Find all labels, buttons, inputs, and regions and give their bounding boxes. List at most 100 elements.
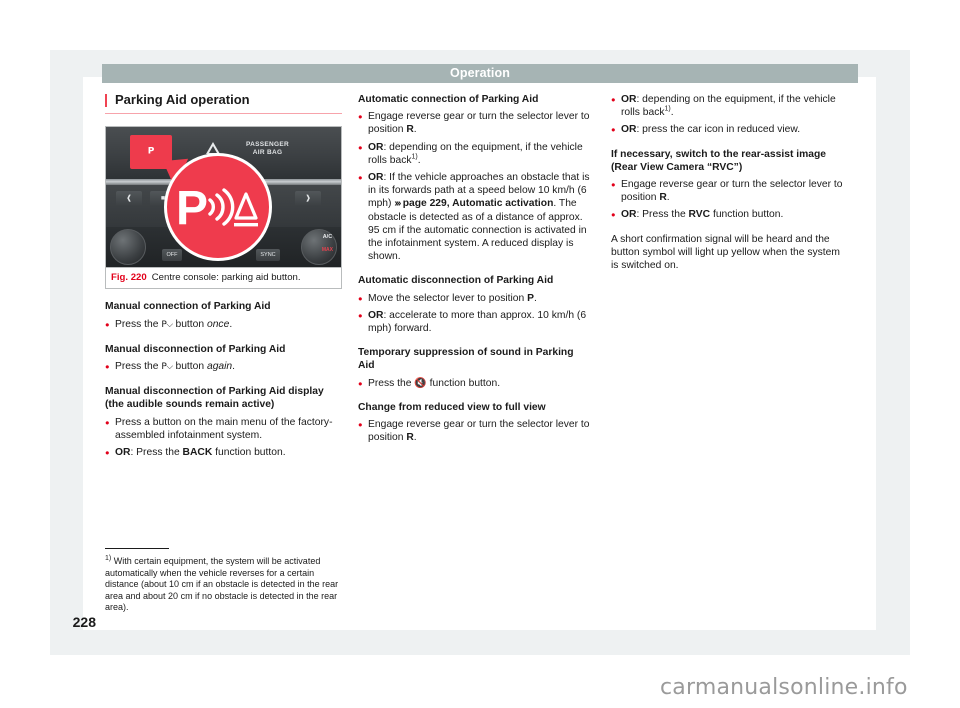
subheading-manual-disconnection: Manual disconnection of Parking Aid	[105, 343, 286, 355]
text-pre: Press the	[115, 361, 162, 373]
parking-aid-button-label: P	[147, 146, 155, 157]
text-post: .	[413, 124, 417, 136]
text-pre: Engage reverse gear or turn the selector…	[368, 419, 590, 444]
text-post: .	[670, 107, 674, 119]
off-button-label: OFF	[162, 249, 182, 262]
text-emphasis: again	[206, 361, 233, 373]
ac-max-label: A/C MAX	[322, 231, 333, 257]
column-one: Parking Aid operation P PASSENGER AIR BA…	[105, 93, 342, 463]
subheading-manual-connection: Manual connection of Parking Aid	[105, 301, 271, 313]
subheading-rear-assist-image: If necessary, switch to the rear-assist …	[611, 148, 848, 174]
column-three: OR : depending on the equipment, if the v…	[611, 93, 848, 276]
figure-220: P PASSENGER AIR BAG ❰ ■ ❱ OFF SYNC A/C M…	[105, 126, 342, 290]
parking-aid-symbol-icon: P	[176, 182, 258, 232]
cross-reference-text: page 229, Automatic activation	[399, 198, 554, 210]
text-pre: Press the	[115, 318, 162, 330]
passenger-airbag-label: PASSENGER AIR BAG	[246, 141, 289, 157]
text-post: .	[533, 292, 537, 304]
subheading-line2: (Rear View Camera “RVC”)	[611, 161, 743, 173]
text-mid: : Press the	[130, 447, 183, 459]
subheading-line1: Temporary suppression of sound in Parkin…	[358, 347, 574, 359]
page-title: Parking Aid operation	[105, 93, 342, 115]
text-or: OR	[368, 309, 384, 321]
running-head-title: Operation	[450, 66, 510, 80]
callout-bubble: P	[164, 153, 272, 262]
text-bold: BACK	[182, 447, 213, 459]
subheading-line1: Manual disconnection of Parking Aid disp…	[105, 386, 324, 398]
text-post: .	[229, 318, 233, 330]
text-pre: Engage reverse gear or turn the selector…	[368, 111, 590, 136]
seat-heating-left-icon: ❰	[116, 191, 142, 208]
bullet-press-mute-function-button: Press the 🔇 function button.	[358, 377, 595, 391]
text-or: OR	[621, 209, 637, 221]
bullet-or-press-rvc: OR: Press the RVC function button.	[611, 208, 848, 222]
footnote-block: 1) With certain equipment, the system wi…	[105, 548, 342, 613]
subheading-line2: Aid	[358, 360, 375, 372]
text-mid: button	[172, 361, 207, 373]
text-bold: RVC	[688, 209, 711, 221]
page-number: 228	[72, 614, 96, 630]
text-bold: P	[527, 292, 534, 304]
bullet-or-accelerate: OR: accelerate to more than approx. 10 k…	[358, 309, 595, 335]
text-body: : depending on the equipment, if the veh…	[621, 94, 836, 119]
footnote-rule	[105, 548, 169, 550]
site-watermark: carmanualsonline.info	[660, 675, 908, 700]
closing-paragraph: A short confirmation signal will be hear…	[611, 233, 840, 272]
text-post: .	[232, 361, 236, 373]
bullet-press-button-once: Press the P⌵ button once.	[105, 318, 342, 332]
text-post: function button.	[212, 447, 286, 459]
parking-aid-button-glyph-icon: P⌵	[161, 362, 173, 373]
bullet-engage-reverse-gear: Engage reverse gear or turn the selector…	[358, 110, 595, 136]
text-body: : press the car icon in reduced view.	[636, 124, 801, 136]
passenger-airbag-line1: PASSENGER	[246, 141, 290, 149]
text-body: : accelerate to more than approx. 10 km/…	[368, 309, 587, 335]
ac-max-small-label: MAX	[321, 247, 333, 253]
subheading-line2: (the audible sounds remain active)	[105, 399, 275, 411]
bullet-press-main-menu-button: Press a button on the main menu of the f…	[105, 416, 342, 442]
seat-heating-right-icon: ❱	[295, 191, 321, 208]
figure-caption: Fig. 220 Centre console: parking aid butt…	[106, 267, 341, 288]
svg-text:P: P	[176, 182, 208, 232]
text-post: function button.	[710, 209, 784, 221]
figure-caption-text: Centre console: parking aid button.	[151, 272, 301, 284]
footnote-body: With certain equipment, the system will …	[105, 556, 339, 612]
text-or: OR	[368, 172, 384, 184]
subheading-change-reduced-to-full: Change from reduced view to full view	[358, 401, 546, 413]
subheading-automatic-connection: Automatic connection of Parking Aid	[358, 94, 539, 105]
bullet-or-rolls-back: OR: depending on the equipment, if the v…	[358, 141, 595, 167]
text-bold: R	[659, 192, 667, 204]
figure-image-centre-console: P PASSENGER AIR BAG ❰ ■ ❱ OFF SYNC A/C M…	[106, 127, 341, 268]
bullet-or-press-car-icon: OR: press the car icon in reduced view.	[611, 123, 848, 137]
text-bold: R	[406, 124, 414, 136]
temperature-knob-left	[110, 229, 146, 266]
text-pre: Move the selector lever to position	[368, 292, 528, 304]
text-post: .	[666, 192, 670, 204]
parking-aid-button-glyph-icon: P⌵	[161, 319, 173, 330]
text-post: .	[413, 432, 417, 444]
subheading-automatic-disconnection: Automatic disconnection of Parking Aid	[358, 275, 554, 287]
subheading-manual-disconnection-display: Manual disconnection of Parking Aid disp…	[105, 385, 342, 411]
text-or: OR	[621, 124, 637, 136]
ac-label: A/C	[322, 233, 333, 240]
bullet-move-selector-to-p: Move the selector lever to position P.	[358, 292, 595, 306]
text-or: OR	[368, 141, 384, 153]
text-post: .	[417, 154, 421, 166]
bullet-engage-reverse-full-view: Engage reverse gear or turn the selector…	[358, 418, 595, 444]
text-mid: button	[172, 318, 207, 330]
text-post: function button.	[426, 377, 501, 389]
text-pre: Press the	[368, 377, 415, 389]
mute-speaker-icon: 🔇	[414, 377, 427, 389]
passenger-airbag-line2: AIR BAG	[252, 149, 283, 157]
text-emphasis: once	[206, 318, 230, 330]
text-or: OR	[115, 447, 131, 459]
subheading-temporary-sound-suppression: Temporary suppression of sound in Parkin…	[358, 346, 595, 372]
running-head-bar: Operation	[102, 64, 858, 83]
sync-button-label: SYNC	[256, 249, 280, 262]
bullet-press-button-again: Press the P⌵ button again.	[105, 360, 342, 374]
text-mid: : Press the	[636, 209, 689, 221]
footnote-text: 1) With certain equipment, the system wi…	[105, 555, 342, 613]
text-body: : depending on the equipment, if the veh…	[368, 141, 583, 166]
bullet-or-approaches-obstacle: OR: If the vehicle approaches an obstacl…	[358, 171, 595, 263]
column-two: Automatic connection of Parking Aid Enga…	[358, 93, 595, 448]
text-bold: R	[406, 432, 414, 444]
